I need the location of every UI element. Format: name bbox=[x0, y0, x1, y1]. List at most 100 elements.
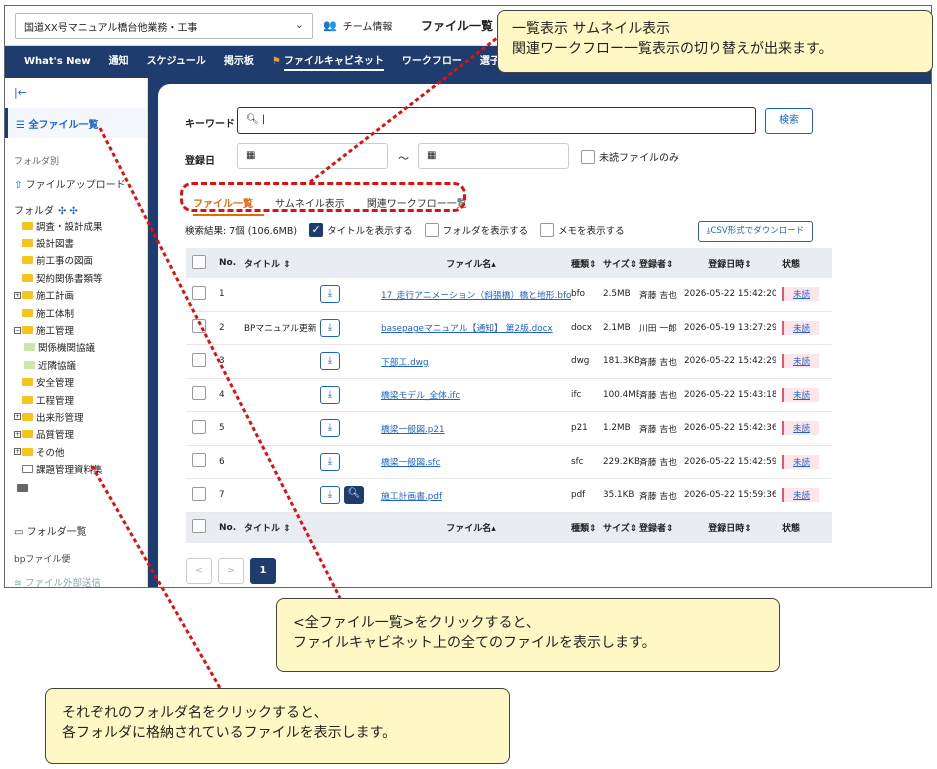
table-row[interactable]: 3 ⤓ 下部工.dwg dwg 181.3KB 斉藤 吉也 2026-05-22 15:42… bbox=[186, 345, 832, 379]
show-folder-checkbox[interactable] bbox=[424, 223, 439, 237]
col-status-footer[interactable]: 状態 bbox=[776, 521, 826, 534]
page-1-button[interactable]: 1 bbox=[250, 558, 276, 584]
col-user-footer[interactable]: 登録者⇕ bbox=[639, 521, 684, 534]
file-upload-link[interactable]: ⇧ ファイルアップロード bbox=[14, 176, 126, 191]
team-info-link[interactable]: 👥 チーム情報 bbox=[323, 18, 392, 33]
col-no-footer[interactable]: No. bbox=[212, 523, 240, 533]
folder-item[interactable]: 前工事の図面 bbox=[14, 252, 147, 269]
col-type[interactable]: 種類⇕ bbox=[571, 257, 603, 270]
folder-item[interactable]: 設計図書 bbox=[14, 234, 147, 251]
status-badge[interactable]: 未読 bbox=[782, 354, 820, 369]
collapse-left-icon[interactable]: |← bbox=[14, 86, 27, 99]
table-row[interactable]: 1 ⤓ 17_走行アニメーション（斜張橋）橋と地形.bfo bfo 2.5MB 斉藤 吉也… bbox=[186, 278, 832, 312]
all-files-link[interactable]: ☰ 全ファイル一覧 bbox=[5, 108, 147, 138]
col-file[interactable]: ファイル名▴ bbox=[381, 257, 571, 270]
nav-file-cabinet[interactable]: ⚑ ファイルキャビネット bbox=[263, 46, 393, 78]
download-icon[interactable]: ⤓ bbox=[320, 285, 340, 304]
date-from-input[interactable]: ▦ bbox=[237, 143, 388, 169]
status-badge[interactable]: 未読 bbox=[782, 320, 820, 335]
row-checkbox[interactable] bbox=[192, 386, 206, 401]
col-title[interactable]: タイトル ⇕ bbox=[240, 257, 316, 270]
download-icon[interactable]: ⤓ bbox=[320, 452, 340, 471]
unread-only-checkbox[interactable] bbox=[581, 149, 595, 164]
table-row[interactable]: 7 ⤓ 🔍︎ 施工計画書.pdf pdf 35.1KB 斉藤 吉也 2026-05-22 15… bbox=[186, 479, 832, 513]
col-status[interactable]: 状態 bbox=[776, 257, 826, 270]
csv-download-button[interactable]: ⤓CSV形式でダウンロード bbox=[698, 221, 813, 242]
show-title-checkbox[interactable]: ✓ bbox=[309, 223, 324, 237]
table-row[interactable]: 2 BPマニュアル更新 ⤓ basepageマニュアル【通知】 第2版.docx doc… bbox=[186, 312, 832, 345]
file-link[interactable]: 施工計画書.pdf bbox=[381, 492, 442, 502]
expand-toggle-icon[interactable]: − bbox=[14, 326, 21, 334]
folder-item[interactable]: + 出来形管理 bbox=[14, 408, 147, 425]
show-memo-option[interactable]: メモを表示する bbox=[540, 223, 625, 237]
col-date-footer[interactable]: 登録日時⇕ bbox=[684, 521, 776, 534]
download-icon[interactable]: ⤓ bbox=[320, 419, 340, 438]
project-select[interactable]: 国道XX号マニュアル橋台他業務・工事 ⌄ bbox=[15, 13, 313, 39]
prev-page-button[interactable]: < bbox=[186, 558, 212, 584]
file-link[interactable]: 橋梁モデル_全体.ifc bbox=[381, 391, 460, 401]
col-date[interactable]: 登録日時⇕ bbox=[684, 257, 776, 270]
folder-item[interactable]: 施工体制 bbox=[14, 304, 147, 321]
download-icon[interactable]: ⤓ bbox=[320, 318, 340, 337]
nav-workflow[interactable]: ワークフロー bbox=[393, 46, 471, 78]
row-checkbox[interactable] bbox=[192, 352, 206, 367]
col-title-footer[interactable]: タイトル ⇕ bbox=[240, 521, 316, 534]
expand-toggle-icon[interactable]: + bbox=[14, 291, 21, 299]
col-size[interactable]: サイズ⇕ bbox=[603, 257, 639, 270]
table-row[interactable]: 5 ⤓ 橋梁一般図.p21 p21 1.2MB 斉藤 吉也 2026-05-22 15:42… bbox=[186, 412, 832, 446]
next-page-button[interactable]: > bbox=[218, 558, 244, 584]
download-icon[interactable]: ⤓ bbox=[320, 352, 340, 371]
folder-item[interactable]: 工程管理 bbox=[14, 391, 147, 408]
table-row[interactable]: 6 ⤓ 橋梁一般図.sfc sfc 229.2KB 斉藤 吉也 2026-05-22 15:… bbox=[186, 446, 832, 479]
folder-item[interactable]: 契約関係書類等 bbox=[14, 269, 147, 286]
folder-list-link[interactable]: ▭ フォルダ一覧 bbox=[14, 523, 87, 538]
col-size-footer[interactable]: サイズ⇕ bbox=[603, 521, 639, 534]
row-checkbox[interactable] bbox=[192, 419, 206, 434]
nav-board[interactable]: 掲示板 bbox=[215, 46, 263, 78]
col-file-footer[interactable]: ファイル名▴ bbox=[381, 521, 571, 534]
select-all-checkbox[interactable] bbox=[192, 254, 206, 269]
folder-item[interactable]: − 施工管理 bbox=[14, 321, 147, 338]
folder-item[interactable]: + 施工計画 bbox=[14, 287, 147, 304]
file-link[interactable]: 17_走行アニメーション（斜張橋）橋と地形.bfo bbox=[381, 291, 571, 301]
row-checkbox[interactable] bbox=[192, 285, 206, 300]
folder-item[interactable]: 近隣協議 bbox=[14, 356, 147, 373]
expand-toggle-icon[interactable]: + bbox=[14, 448, 21, 456]
download-icon[interactable]: ⤓ bbox=[320, 486, 340, 505]
expand-toggle-icon[interactable]: + bbox=[14, 413, 21, 421]
nav-whats-new[interactable]: What's New bbox=[15, 46, 100, 78]
unread-only-option[interactable]: 未読ファイルのみ bbox=[581, 149, 679, 164]
folder-item[interactable]: 安全管理 bbox=[14, 374, 147, 391]
show-title-option[interactable]: ✓ タイトルを表示する bbox=[309, 223, 413, 237]
show-memo-checkbox[interactable] bbox=[540, 223, 555, 237]
folder-item[interactable]: 関係機関協議 bbox=[14, 339, 147, 356]
folder-item[interactable]: + その他 bbox=[14, 443, 147, 460]
file-link[interactable]: 橋梁一般図.sfc bbox=[381, 458, 440, 468]
download-icon[interactable]: ⤓ bbox=[320, 385, 340, 404]
file-link[interactable]: 橋梁一般図.p21 bbox=[381, 425, 445, 435]
status-badge[interactable]: 未読 bbox=[782, 387, 820, 402]
status-badge[interactable]: 未読 bbox=[782, 454, 820, 469]
select-all-checkbox-footer[interactable] bbox=[192, 519, 206, 533]
folder-item[interactable]: + 品質管理 bbox=[14, 426, 147, 443]
search-button[interactable]: 検索 bbox=[765, 108, 813, 134]
file-link[interactable]: 下部工.dwg bbox=[381, 358, 429, 368]
expand-toggle-icon[interactable]: + bbox=[14, 430, 21, 438]
table-row[interactable]: 4 ⤓ 橋梁モデル_全体.ifc ifc 100.4MB 斉藤 吉也 2026-05-22 … bbox=[186, 379, 832, 412]
external-send-link[interactable]: ≋ ファイル外部送信 bbox=[14, 575, 101, 587]
folder-item[interactable]: 課題管理資料集 bbox=[14, 460, 147, 477]
expand-collapse-all-icon[interactable]: ✣✣ bbox=[58, 206, 81, 217]
col-type-footer[interactable]: 種類⇕ bbox=[571, 521, 603, 534]
preview-icon[interactable]: 🔍︎ bbox=[344, 486, 364, 505]
row-checkbox[interactable] bbox=[192, 453, 206, 468]
col-no[interactable]: No. bbox=[212, 258, 240, 268]
add-folder-icon[interactable] bbox=[17, 479, 31, 496]
date-to-input[interactable]: ▦ bbox=[418, 143, 569, 169]
nav-schedule[interactable]: スケジュール bbox=[138, 46, 215, 78]
keyword-input[interactable]: 🔍︎ | bbox=[237, 107, 756, 134]
show-folder-option[interactable]: フォルダを表示する bbox=[424, 223, 528, 237]
folder-item[interactable]: 調査・設計成果 bbox=[14, 217, 147, 234]
row-checkbox[interactable] bbox=[192, 319, 206, 334]
nav-notifications[interactable]: 通知 bbox=[100, 46, 138, 78]
row-checkbox[interactable] bbox=[192, 486, 206, 501]
